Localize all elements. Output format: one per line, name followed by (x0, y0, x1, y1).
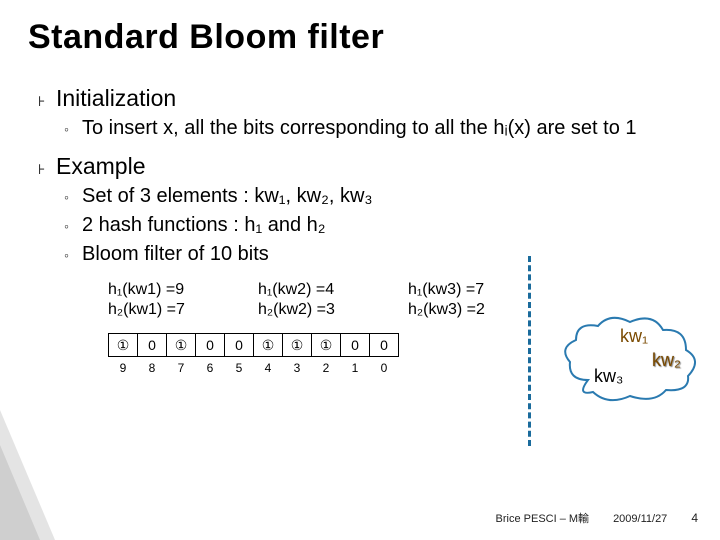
sub-bullet-text: 2 hash functions : h₁ and h₂ (82, 213, 326, 238)
vertical-divider (528, 256, 531, 446)
sub-bullet-text: To insert x, all the bits corresponding … (82, 116, 637, 141)
cloud-kw1: kw₁ (620, 326, 648, 347)
sub-bullet-text: Set of 3 elements : kw₁, kw₂, kw₃ (82, 184, 373, 209)
cloud-kw2: kw₂ (652, 350, 681, 371)
hash-value: h₁(kw1) =9 (108, 281, 238, 299)
filter-cell: 06 (195, 333, 225, 357)
filter-cell: 08 (137, 333, 167, 357)
bullet-example: ⊦ Example (38, 153, 720, 180)
sub-bullet-ex-3: ◦ Bloom filter of 10 bits (64, 242, 720, 267)
sub-bullet-mark: ◦ (64, 247, 82, 263)
filter-cell: ①2 (311, 333, 341, 357)
filter-cell: 05 (224, 333, 254, 357)
cloud-icon (558, 310, 708, 410)
hash-value: h₁(kw2) =4 (258, 281, 388, 299)
filter-cell: ①9 (108, 333, 138, 357)
cloud-kw3: kw₃ (594, 366, 623, 387)
sub-bullet-ex-2: ◦ 2 hash functions : h₁ and h₂ (64, 213, 720, 238)
sub-bullet-init: ◦ To insert x, all the bits correspondin… (64, 116, 720, 141)
sub-bullet-mark: ◦ (64, 218, 82, 234)
element-cloud: kw₁ kw₂ kw₃ (570, 322, 700, 402)
sub-bullet-mark: ◦ (64, 189, 82, 205)
hash-value: h₁(kw3) =7 (408, 281, 538, 299)
slide-title: Standard Bloom filter (0, 0, 720, 57)
filter-cell: 00 (369, 333, 399, 357)
bullet-mark: ⊦ (38, 162, 56, 178)
filter-cell: ①3 (282, 333, 312, 357)
hash-value: h₂(kw2) =3 (258, 301, 388, 319)
sub-bullet-ex-1: ◦ Set of 3 elements : kw₁, kw₂, kw₃ (64, 184, 720, 209)
footer-page-number: 4 (691, 511, 698, 525)
bullet-label: Example (56, 153, 145, 180)
footer-author: Brice PESCI – M輸 (496, 510, 590, 526)
sub-bullet-mark: ◦ (64, 121, 82, 137)
hash-value: h₂(kw1) =7 (108, 301, 238, 319)
bullet-mark: ⊦ (38, 94, 56, 110)
sub-bullet-text: Bloom filter of 10 bits (82, 242, 269, 267)
bullet-label: Initialization (56, 85, 176, 112)
filter-cell: ①4 (253, 333, 283, 357)
filter-cell: ①7 (166, 333, 196, 357)
hash-value: h₂(kw3) =2 (408, 301, 538, 319)
footer-date: 2009/11/27 (613, 513, 667, 525)
filter-cell: 01 (340, 333, 370, 357)
bullet-initialization: ⊦ Initialization (38, 85, 720, 112)
slide-footer: Brice PESCI – M輸 2009/11/27 4 (0, 510, 720, 526)
